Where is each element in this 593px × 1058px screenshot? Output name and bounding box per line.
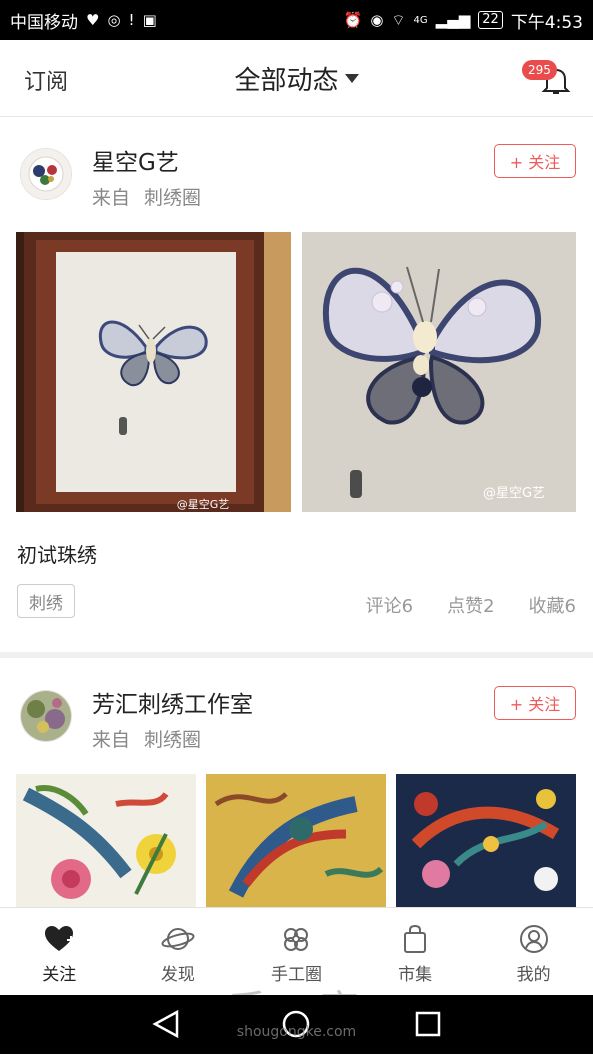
site-watermark-url: shougongke.com xyxy=(236,1024,357,1040)
network-type: 4G xyxy=(413,14,428,26)
post-image[interactable]: @星空G艺 xyxy=(16,232,291,512)
image-watermark: @星空G艺 xyxy=(177,497,230,511)
carrier-label: 中国移动 xyxy=(10,12,78,33)
post-tag[interactable]: 刺绣 xyxy=(17,584,75,618)
post-image[interactable] xyxy=(396,774,576,907)
avatar[interactable] xyxy=(20,690,72,742)
caret-down-icon xyxy=(344,74,359,83)
alert-icon: ! xyxy=(128,10,135,29)
follow-button[interactable]: + 关注 xyxy=(494,686,576,720)
app-notification-icon: ◎ xyxy=(107,10,121,29)
post-image[interactable] xyxy=(16,774,196,907)
follow-button[interactable]: + 关注 xyxy=(494,144,576,178)
feed-post: 芳汇刺绣工作室 来自 刺绣圈 + 关注 xyxy=(0,658,593,907)
post-source: 来自 刺绣圈 xyxy=(92,183,201,210)
from-label: 来自 xyxy=(92,729,131,751)
feed-filter-dropdown[interactable]: 全部动态 xyxy=(0,60,593,97)
comment-count[interactable]: 评论6 xyxy=(366,592,413,618)
bag-icon xyxy=(404,924,427,953)
eye-icon: ◉ xyxy=(370,10,384,29)
health-icon: ♥ xyxy=(86,10,100,29)
app-icon: ▣ xyxy=(142,10,157,29)
circle-link[interactable]: 刺绣圈 xyxy=(144,187,201,209)
alarm-icon: ⏰ xyxy=(343,10,363,29)
post-image[interactable]: @星空G艺 xyxy=(302,232,576,512)
page-title: 全部动态 xyxy=(234,66,339,96)
image-watermark: @星空G艺 xyxy=(483,486,545,501)
feed-post: 星空G艺 来自 刺绣圈 + 关注 @星空G艺 @星空G艺 初试珠绣 刺绣 评论6… xyxy=(0,117,593,652)
user-icon xyxy=(519,925,548,953)
heart-icon xyxy=(45,926,76,951)
post-username[interactable]: 芳汇刺绣工作室 xyxy=(92,685,253,719)
signal-icon: ▂▄▆ xyxy=(435,10,471,29)
app-header: 订阅 全部动态 295 xyxy=(0,40,593,117)
like-count[interactable]: 点赞2 xyxy=(447,592,494,618)
circle-link[interactable]: 刺绣圈 xyxy=(144,729,201,751)
notification-badge: 295 xyxy=(522,60,557,80)
post-image[interactable] xyxy=(206,774,386,907)
clock: 下午4:53 xyxy=(510,12,583,33)
planet-icon xyxy=(161,928,195,950)
post-title[interactable]: 初试珠绣 xyxy=(17,539,97,568)
status-bar: 中国移动 ♥ ◎ ! ▣ ⏰ ◉ ⌔ 4G ▂▄▆ 22 下午4:53 xyxy=(0,0,593,40)
post-stats: 评论6 点赞2 收藏6 xyxy=(366,592,576,618)
post-username[interactable]: 星空G艺 xyxy=(92,143,179,177)
battery-level: 22 xyxy=(478,11,503,29)
flower-icon xyxy=(284,928,309,951)
from-label: 来自 xyxy=(92,187,131,209)
wifi-icon: ⌔ xyxy=(391,10,406,29)
favorite-count[interactable]: 收藏6 xyxy=(529,592,576,618)
post-source: 来自 刺绣圈 xyxy=(92,725,201,752)
avatar[interactable] xyxy=(20,148,72,200)
